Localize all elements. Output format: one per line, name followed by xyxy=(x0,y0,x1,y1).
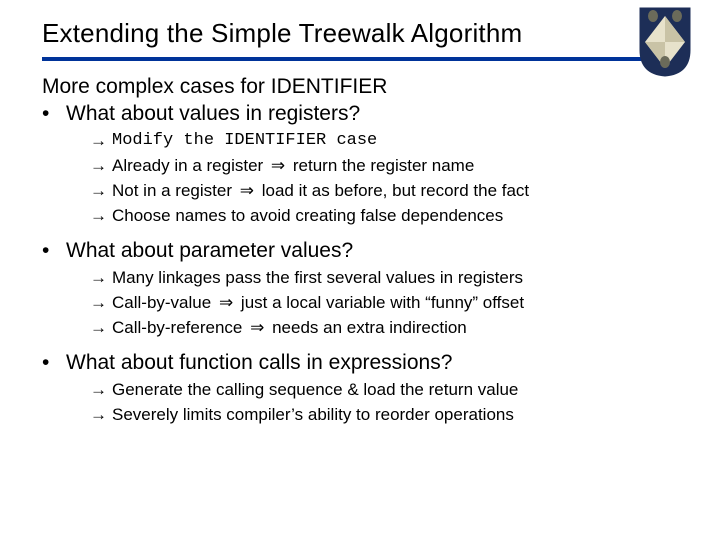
implies-icon: ⇒ xyxy=(216,293,236,312)
sub-bullet-text: Call-by-reference ⇒ needs an extra indir… xyxy=(112,316,678,340)
title-underline xyxy=(42,57,678,61)
arrow-icon: → xyxy=(90,129,112,153)
title-block: Extending the Simple Treewalk Algorithm xyxy=(42,18,678,61)
sub-bullet: →Already in a register ⇒ return the regi… xyxy=(90,154,678,178)
slide-title: Extending the Simple Treewalk Algorithm xyxy=(42,18,678,55)
sub-bullet: →Choose names to avoid creating false de… xyxy=(90,204,678,228)
arrow-icon: → xyxy=(90,316,112,340)
question-bullet: •What about parameter values? xyxy=(42,238,678,264)
sub-bullet: →Call-by-reference ⇒ needs an extra indi… xyxy=(90,316,678,340)
arrow-icon: → xyxy=(90,403,112,427)
sub-bullet: →Severely limits compiler’s ability to r… xyxy=(90,403,678,427)
sub-bullet-text: Choose names to avoid creating false dep… xyxy=(112,204,678,228)
bullet-dot-icon: • xyxy=(42,238,66,264)
sublist: →Generate the calling sequence & load th… xyxy=(90,378,678,427)
arrow-icon: → xyxy=(90,266,112,290)
question-bullet: •What about function calls in expression… xyxy=(42,350,678,376)
lead-line: More complex cases for IDENTIFIER xyxy=(42,75,678,99)
sub-bullet-text: Many linkages pass the first several val… xyxy=(112,266,678,290)
code-inline: IDENTIFIER xyxy=(224,131,326,150)
arrow-icon: → xyxy=(90,179,112,203)
implies-icon: ⇒ xyxy=(237,181,257,200)
implies-icon: ⇒ xyxy=(268,156,288,175)
arrow-icon: → xyxy=(90,204,112,228)
sub-bullet-text: Not in a register ⇒ load it as before, b… xyxy=(112,179,678,203)
arrow-icon: → xyxy=(90,154,112,178)
slide: Extending the Simple Treewalk Algorithm … xyxy=(0,0,720,540)
question-text: What about function calls in expressions… xyxy=(66,350,678,376)
sub-bullet: →Not in a register ⇒ load it as before, … xyxy=(90,179,678,203)
sub-bullet-text: Generate the calling sequence & load the… xyxy=(112,378,678,402)
bullet-dot-icon: • xyxy=(42,350,66,376)
question-text: What about values in registers? xyxy=(66,101,678,127)
sub-bullet: →Generate the calling sequence & load th… xyxy=(90,378,678,402)
sub-bullet-text: Call-by-value ⇒ just a local variable wi… xyxy=(112,291,678,315)
implies-icon: ⇒ xyxy=(247,318,267,337)
sub-bullet: →Call-by-value ⇒ just a local variable w… xyxy=(90,291,678,315)
sub-bullet-text: Severely limits compiler’s ability to re… xyxy=(112,403,678,427)
arrow-icon: → xyxy=(90,291,112,315)
university-crest-icon xyxy=(638,6,692,78)
sublist: →Many linkages pass the first several va… xyxy=(90,266,678,340)
question-text: What about parameter values? xyxy=(66,238,678,264)
question-bullet: •What about values in registers? xyxy=(42,101,678,127)
sub-bullet: →Modify the IDENTIFIER case xyxy=(90,129,678,153)
bullet-dot-icon: • xyxy=(42,101,66,127)
content-body: •What about values in registers?→Modify … xyxy=(42,101,678,427)
sub-bullet-text: Already in a register ⇒ return the regis… xyxy=(112,154,678,178)
sub-bullet: →Many linkages pass the first several va… xyxy=(90,266,678,290)
arrow-icon: → xyxy=(90,378,112,402)
sub-bullet-text: Modify the IDENTIFIER case xyxy=(112,129,678,153)
sublist: →Modify the IDENTIFIER case→Already in a… xyxy=(90,129,678,228)
